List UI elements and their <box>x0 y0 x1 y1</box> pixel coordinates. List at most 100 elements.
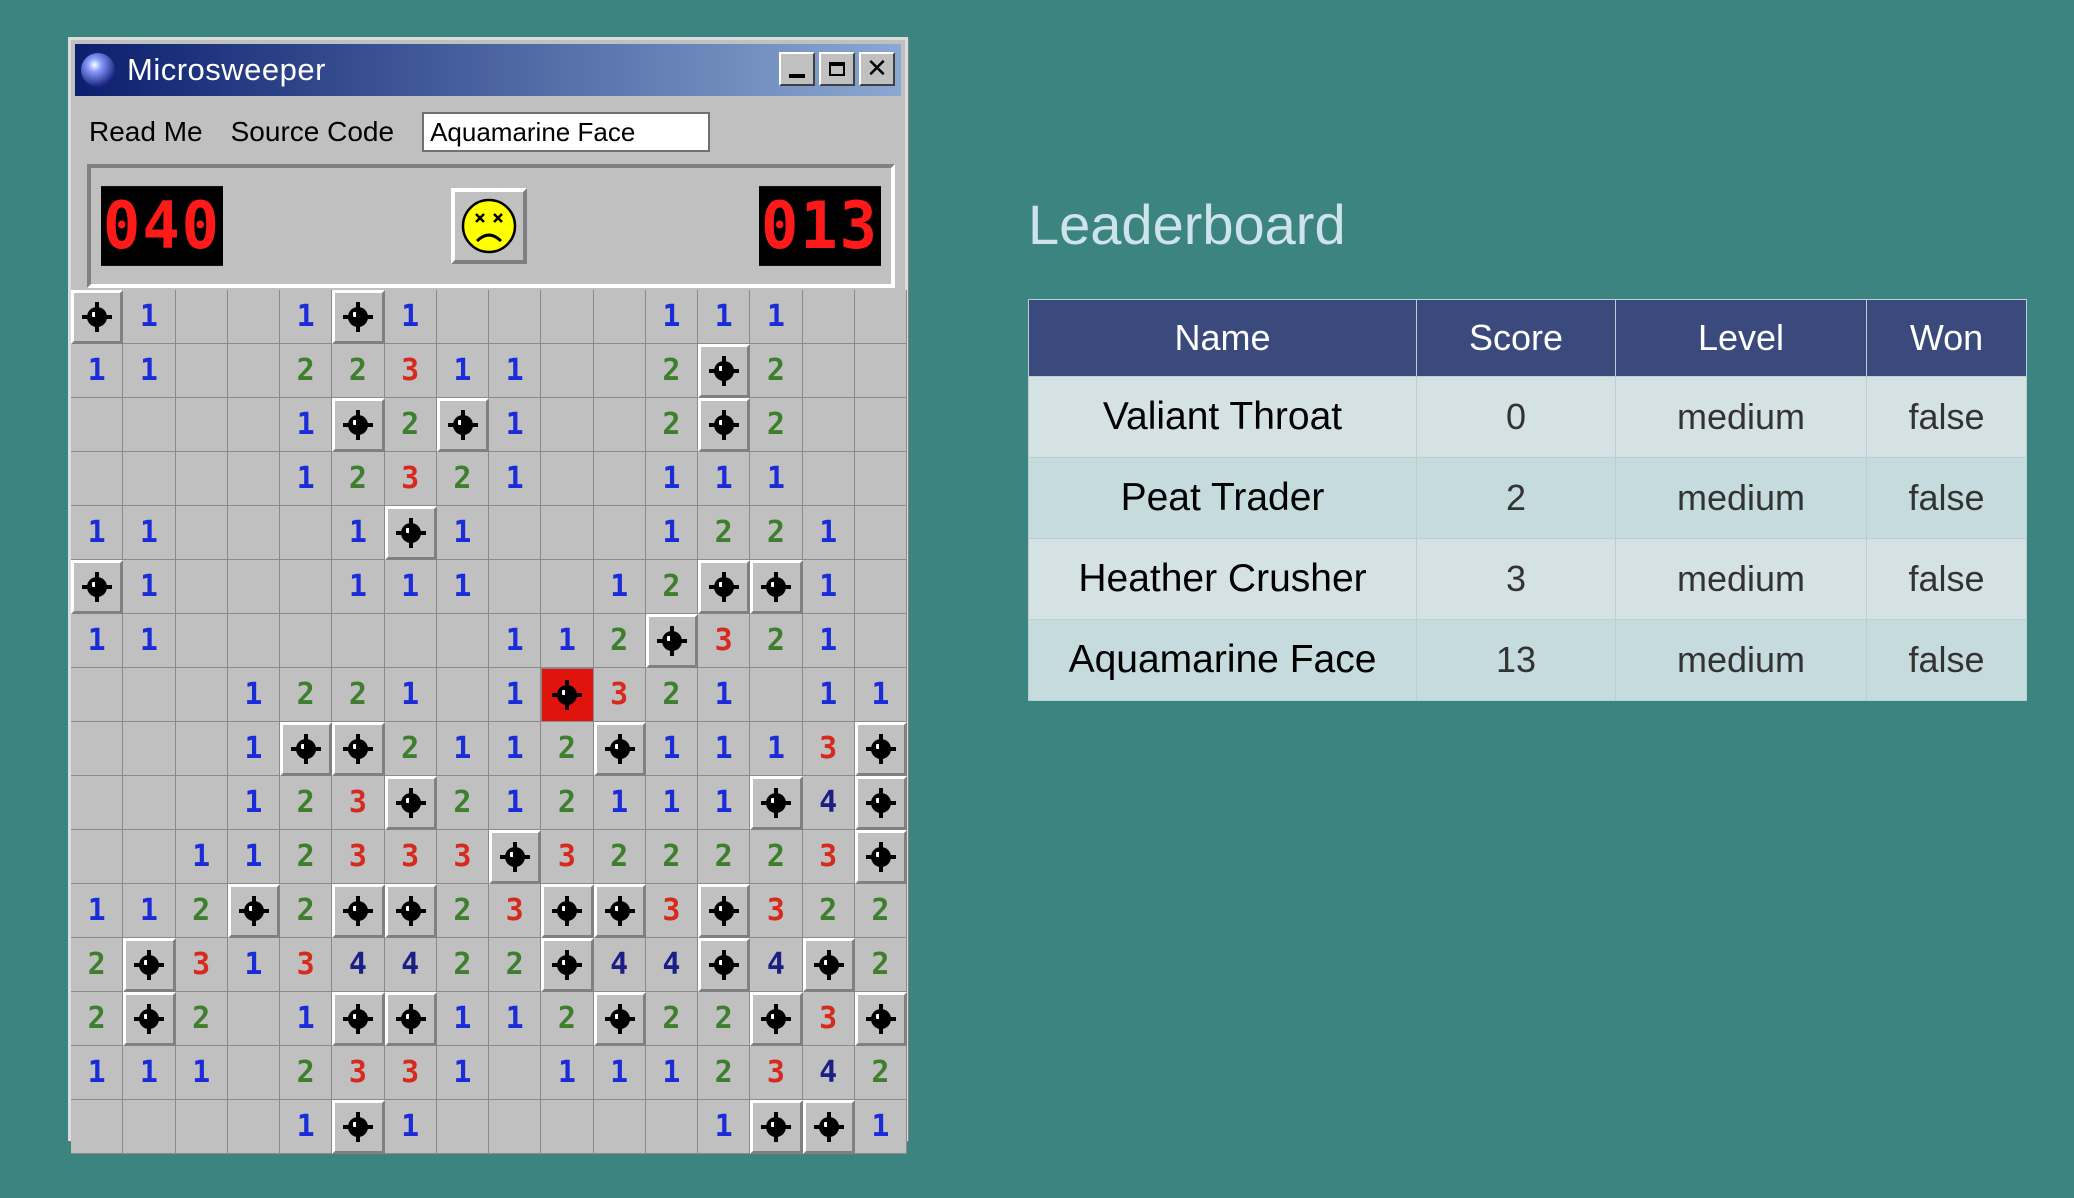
mine-cell[interactable] <box>332 290 385 344</box>
number-cell[interactable]: 2 <box>698 830 751 884</box>
empty-cell[interactable] <box>541 1100 594 1154</box>
empty-cell[interactable] <box>489 1100 542 1154</box>
number-cell[interactable]: 4 <box>802 1046 855 1100</box>
mine-cell[interactable] <box>802 938 855 992</box>
empty-cell[interactable] <box>802 398 855 452</box>
number-cell[interactable]: 3 <box>384 452 437 506</box>
empty-cell[interactable] <box>227 614 280 668</box>
number-cell[interactable]: 1 <box>802 614 855 668</box>
number-cell[interactable]: 2 <box>698 1046 751 1100</box>
mine-cell[interactable] <box>384 776 437 830</box>
number-cell[interactable]: 3 <box>332 776 385 830</box>
empty-cell[interactable] <box>854 290 907 344</box>
number-cell[interactable]: 2 <box>436 938 489 992</box>
empty-cell[interactable] <box>541 344 594 398</box>
number-cell[interactable]: 1 <box>698 668 751 722</box>
number-cell[interactable]: 2 <box>593 830 646 884</box>
player-name-input[interactable] <box>422 112 711 152</box>
number-cell[interactable]: 1 <box>227 668 280 722</box>
mine-cell[interactable] <box>123 992 176 1046</box>
number-cell[interactable]: 2 <box>384 722 437 776</box>
empty-cell[interactable] <box>227 1046 280 1100</box>
number-cell[interactable]: 1 <box>854 668 907 722</box>
number-cell[interactable]: 2 <box>280 344 333 398</box>
empty-cell[interactable] <box>436 614 489 668</box>
number-cell[interactable]: 1 <box>541 1046 594 1100</box>
empty-cell[interactable] <box>175 506 228 560</box>
mine-cell[interactable] <box>71 290 124 344</box>
empty-cell[interactable] <box>489 506 542 560</box>
mine-cell[interactable] <box>384 992 437 1046</box>
number-cell[interactable]: 1 <box>71 344 124 398</box>
mine-cell[interactable] <box>750 992 803 1046</box>
number-cell[interactable]: 1 <box>123 614 176 668</box>
empty-cell[interactable] <box>802 344 855 398</box>
number-cell[interactable]: 2 <box>593 614 646 668</box>
mine-cell[interactable] <box>750 1100 803 1154</box>
number-cell[interactable]: 3 <box>384 1046 437 1100</box>
number-cell[interactable]: 3 <box>802 722 855 776</box>
mine-cell[interactable] <box>802 1100 855 1154</box>
number-cell[interactable]: 2 <box>175 992 228 1046</box>
exploded-mine-cell[interactable] <box>541 668 594 722</box>
number-cell[interactable]: 2 <box>645 992 698 1046</box>
number-cell[interactable]: 2 <box>332 344 385 398</box>
number-cell[interactable]: 1 <box>645 1046 698 1100</box>
number-cell[interactable]: 2 <box>384 398 437 452</box>
number-cell[interactable]: 2 <box>645 398 698 452</box>
number-cell[interactable]: 1 <box>175 830 228 884</box>
number-cell[interactable]: 1 <box>489 776 542 830</box>
number-cell[interactable]: 3 <box>541 830 594 884</box>
mine-cell[interactable] <box>489 830 542 884</box>
number-cell[interactable]: 3 <box>489 884 542 938</box>
number-cell[interactable]: 1 <box>227 938 280 992</box>
number-cell[interactable]: 1 <box>227 830 280 884</box>
mine-cell[interactable] <box>645 614 698 668</box>
mine-cell[interactable] <box>750 776 803 830</box>
number-cell[interactable]: 2 <box>280 830 333 884</box>
number-cell[interactable]: 1 <box>175 1046 228 1100</box>
empty-cell[interactable] <box>489 290 542 344</box>
mine-cell[interactable] <box>854 722 907 776</box>
number-cell[interactable]: 3 <box>802 992 855 1046</box>
number-cell[interactable]: 1 <box>123 560 176 614</box>
number-cell[interactable]: 3 <box>175 938 228 992</box>
empty-cell[interactable] <box>123 722 176 776</box>
mine-cell[interactable] <box>384 506 437 560</box>
empty-cell[interactable] <box>280 560 333 614</box>
empty-cell[interactable] <box>541 452 594 506</box>
number-cell[interactable]: 1 <box>436 992 489 1046</box>
empty-cell[interactable] <box>71 776 124 830</box>
number-cell[interactable]: 1 <box>802 506 855 560</box>
number-cell[interactable]: 1 <box>332 506 385 560</box>
number-cell[interactable]: 1 <box>384 560 437 614</box>
empty-cell[interactable] <box>541 398 594 452</box>
empty-cell[interactable] <box>123 1100 176 1154</box>
empty-cell[interactable] <box>175 452 228 506</box>
empty-cell[interactable] <box>71 398 124 452</box>
mine-cell[interactable] <box>332 722 385 776</box>
number-cell[interactable]: 1 <box>227 776 280 830</box>
number-cell[interactable]: 1 <box>645 776 698 830</box>
number-cell[interactable]: 3 <box>645 884 698 938</box>
number-cell[interactable]: 2 <box>541 722 594 776</box>
empty-cell[interactable] <box>175 398 228 452</box>
mine-cell[interactable] <box>854 830 907 884</box>
empty-cell[interactable] <box>227 992 280 1046</box>
mine-cell[interactable] <box>436 398 489 452</box>
number-cell[interactable]: 2 <box>750 830 803 884</box>
number-cell[interactable]: 2 <box>645 344 698 398</box>
number-cell[interactable]: 1 <box>71 884 124 938</box>
number-cell[interactable]: 1 <box>436 344 489 398</box>
empty-cell[interactable] <box>227 506 280 560</box>
empty-cell[interactable] <box>123 776 176 830</box>
number-cell[interactable]: 1 <box>698 452 751 506</box>
number-cell[interactable]: 2 <box>280 668 333 722</box>
number-cell[interactable]: 1 <box>71 1046 124 1100</box>
mine-cell[interactable] <box>332 992 385 1046</box>
empty-cell[interactable] <box>436 668 489 722</box>
empty-cell[interactable] <box>750 668 803 722</box>
number-cell[interactable]: 3 <box>802 830 855 884</box>
number-cell[interactable]: 2 <box>436 452 489 506</box>
number-cell[interactable]: 2 <box>541 992 594 1046</box>
